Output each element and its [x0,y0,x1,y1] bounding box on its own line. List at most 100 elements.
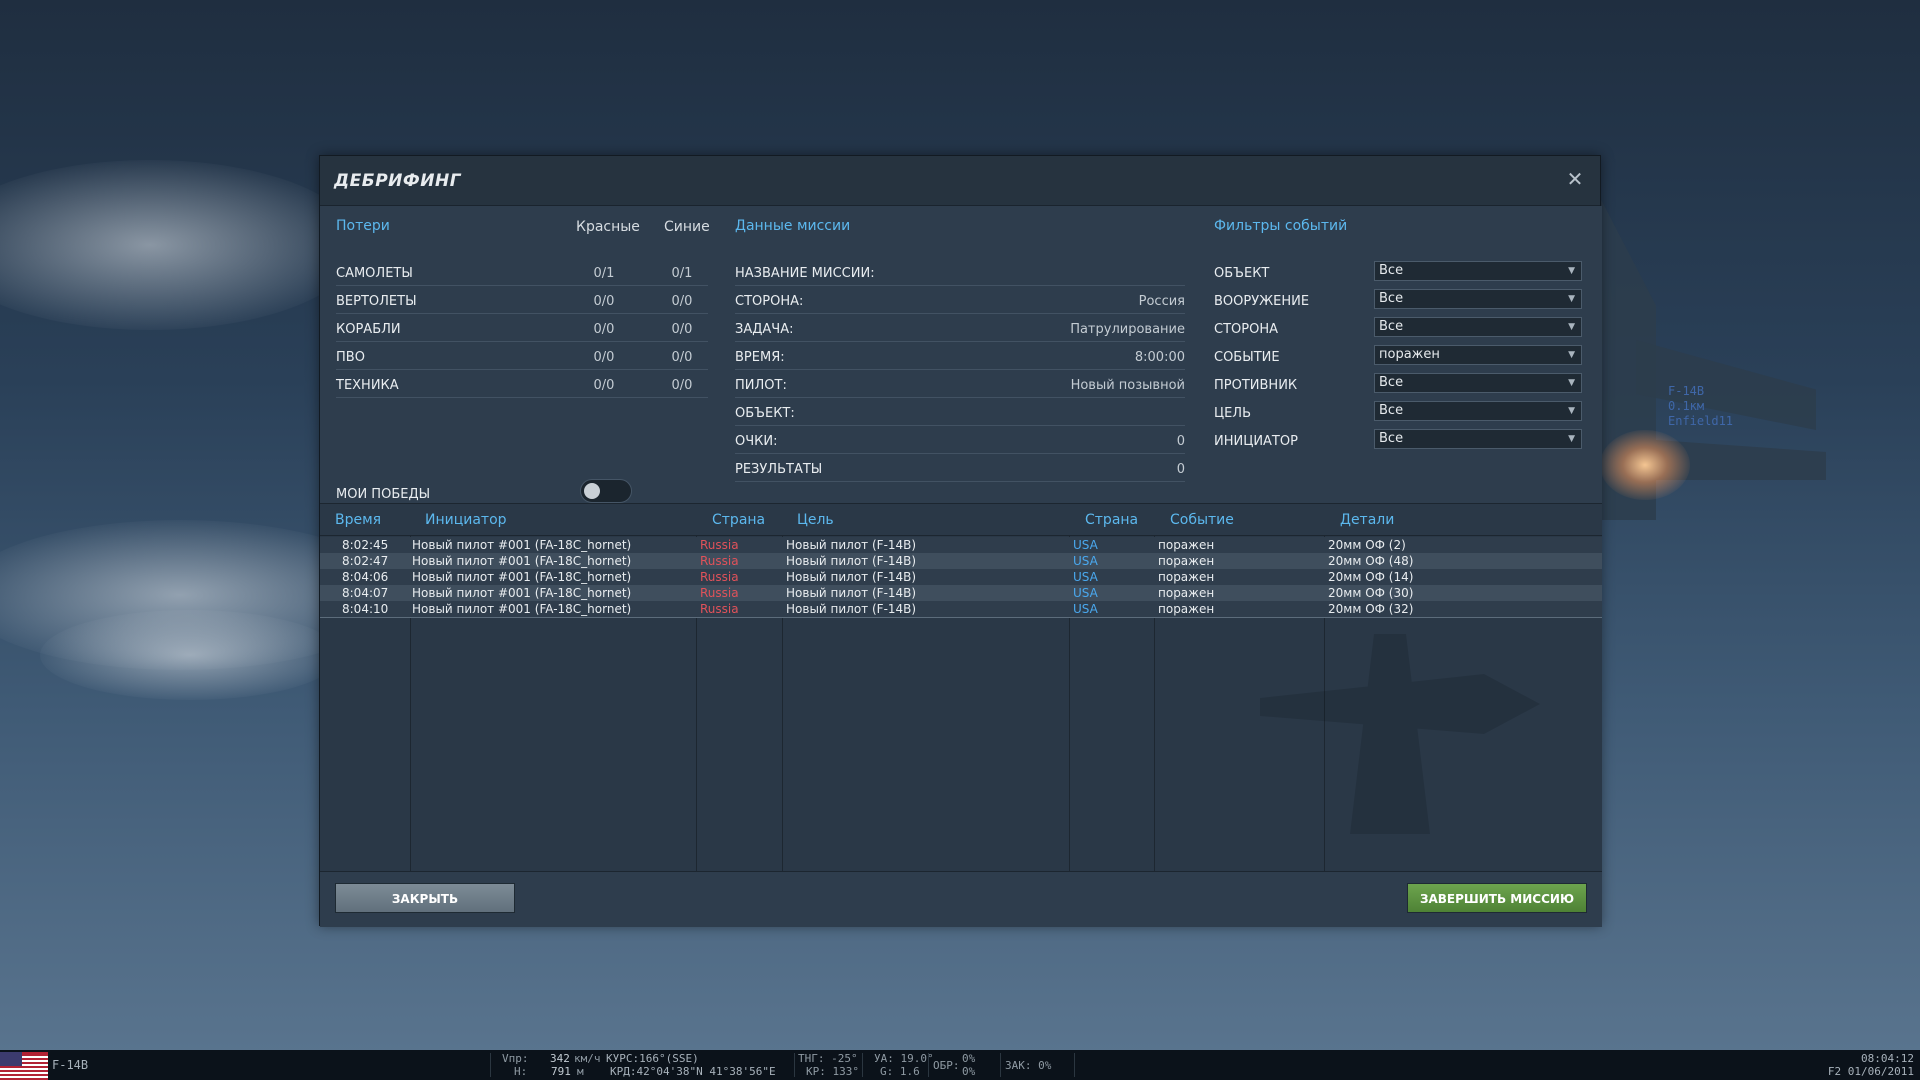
table-row[interactable]: 8:02:45 Новый пилот #001 (FA-18C_hornet)… [320,537,1602,553]
mission-row: ОБЪЕКТ: [735,398,1185,426]
filter-side-select[interactable]: Все ▼ [1374,317,1582,337]
close-button[interactable]: ЗАКРЫТЬ [335,883,515,913]
chevron-down-icon: ▼ [1568,434,1575,444]
losses-label: КОРАБЛИ [336,322,401,337]
mission-row: РЕЗУЛЬТАТЫ 0 [735,454,1185,482]
th-country-target[interactable]: Страна [1085,512,1138,528]
table-row[interactable]: 8:02:47 Новый пилот #001 (FA-18C_hornet)… [320,553,1602,569]
select-value: Все [1379,319,1404,334]
losses-col-blue: Синие [664,219,710,235]
dialog-header: ДЕБРИФИНГ ✕ [320,156,1600,206]
cell-target: Новый пилот (F-14B) [786,602,917,616]
hud-vpr-value: 342 [550,1052,570,1065]
events-table: Время Инициатор Страна Цель Страна Событ… [320,503,1602,872]
cell-details: 20мм ОФ (48) [1328,554,1414,568]
filter-initiator-select[interactable]: Все ▼ [1374,429,1582,449]
mission-value: 8:00:00 [1134,350,1185,365]
cell-target: Новый пилот (F-14B) [786,570,917,584]
hud-thg: ТНГ: -25° [798,1052,858,1065]
th-details[interactable]: Детали [1340,512,1394,528]
cell-time: 8:04:07 [342,586,389,600]
filter-label: ПРОТИВНИК [1214,378,1298,393]
select-value: Все [1379,375,1404,390]
table-row[interactable]: 8:04:07 Новый пилот #001 (FA-18C_hornet)… [320,585,1602,601]
mission-label: ЗАДАЧА: [735,322,794,337]
afterburner [1600,430,1690,500]
cell-country-target: USA [1073,570,1098,584]
debriefing-dialog: ДЕБРИФИНГ ✕ Потери Красные Синие САМОЛЕТ… [319,155,1602,927]
losses-row: ПВО 0/0 0/0 [336,342,708,370]
mission-label: НАЗВАНИЕ МИССИИ: [735,266,875,281]
events-table-header: Время Инициатор Страна Цель Страна Событ… [320,504,1602,536]
cell-details: 20мм ОФ (2) [1328,538,1406,552]
filter-label: ЦЕЛЬ [1214,406,1252,421]
cell-details: 20мм ОФ (30) [1328,586,1414,600]
jet-watermark [1200,634,1560,854]
th-time[interactable]: Время [335,512,381,528]
filter-object-select[interactable]: Все ▼ [1374,261,1582,281]
mission-label: РЕЗУЛЬТАТЫ [735,462,823,477]
finish-mission-button[interactable]: ЗАВЕРШИТЬ МИССИЮ [1407,883,1587,913]
filter-label: СОБЫТИЕ [1214,350,1280,365]
losses-red-value: 0/0 [593,350,615,365]
cell-country-target: USA [1073,554,1098,568]
cell-initiator: Новый пилот #001 (FA-18C_hornet) [412,602,632,616]
losses-red-value: 0/0 [593,378,615,393]
hud-vpr-unit: км/ч [574,1052,601,1065]
close-icon[interactable]: ✕ [1564,168,1586,190]
mission-label: ПИЛОТ: [735,378,787,393]
th-target[interactable]: Цель [797,512,834,528]
mission-row: ОЧКИ: 0 [735,426,1185,454]
mission-row: ВРЕМЯ: 8:00:00 [735,342,1185,370]
cell-country-initiator: Russia [700,586,739,600]
chevron-down-icon: ▼ [1568,406,1575,416]
hud-course: КУРС:166°(SSE) [606,1052,699,1065]
th-country-initiator[interactable]: Страна [712,512,765,528]
cell-target: Новый пилот (F-14B) [786,554,917,568]
hud-coords: КРД:42°04'38"N 41°38'56"E [610,1065,776,1078]
table-row[interactable]: 8:04:06 Новый пилот #001 (FA-18C_hornet)… [320,569,1602,585]
cell-time: 8:02:47 [342,554,389,568]
th-initiator[interactable]: Инициатор [425,512,507,528]
dialog-title: ДЕБРИФИНГ [334,171,462,191]
filter-target-select[interactable]: Все ▼ [1374,401,1582,421]
my-wins-toggle[interactable] [580,479,632,503]
mission-value: Патрулирование [1070,322,1185,337]
filter-label: ВООРУЖЕНИЕ [1214,294,1310,309]
losses-blue-value: 0/0 [671,322,693,337]
cell-event: поражен [1158,554,1215,568]
cell-country-target: USA [1073,602,1098,616]
cell-country-initiator: Russia [700,602,739,616]
losses-blue-value: 0/1 [671,266,693,281]
losses-row: САМОЛЕТЫ 0/1 0/1 [336,258,708,286]
losses-red-value: 0/0 [593,322,615,337]
cell-initiator: Новый пилот #001 (FA-18C_hornet) [412,538,632,552]
mission-value: 0 [1176,434,1185,449]
cell-country-target: USA [1073,586,1098,600]
filter-weapon-select[interactable]: Все ▼ [1374,289,1582,309]
usa-flag-icon [0,1052,48,1080]
filter-label: СТОРОНА [1214,322,1278,337]
losses-blue-value: 0/0 [671,294,693,309]
mission-value: 0 [1176,462,1185,477]
hud-obr-label: ОБР: [933,1059,960,1072]
losses-blue-value: 0/0 [671,378,693,393]
mission-row: ПИЛОТ: Новый позывной [735,370,1185,398]
hud-ua: УА: 19.0° [874,1052,934,1065]
filter-row: ОБЪЕКТ Все ▼ [1214,258,1586,286]
th-event[interactable]: Событие [1170,512,1234,528]
mission-value: Новый позывной [1070,378,1185,393]
filter-enemy-select[interactable]: Все ▼ [1374,373,1582,393]
chevron-down-icon: ▼ [1568,378,1575,388]
hud-obr1: 0% [962,1052,976,1065]
mission-row: ЗАДАЧА: Патрулирование [735,314,1185,342]
table-row[interactable]: 8:04:10 Новый пилот #001 (FA-18C_hornet)… [320,601,1602,617]
filter-row: ИНИЦИАТОР Все ▼ [1214,426,1586,454]
losses-row: КОРАБЛИ 0/0 0/0 [336,314,708,342]
cell-details: 20мм ОФ (32) [1328,602,1414,616]
mission-row: СТОРОНА: Россия [735,286,1185,314]
dialog-footer: ЗАКРЫТЬ ЗАВЕРШИТЬ МИССИЮ [320,871,1602,927]
chevron-down-icon: ▼ [1568,294,1575,304]
cell-country-target: USA [1073,538,1098,552]
filter-event-select[interactable]: поражен ▼ [1374,345,1582,365]
